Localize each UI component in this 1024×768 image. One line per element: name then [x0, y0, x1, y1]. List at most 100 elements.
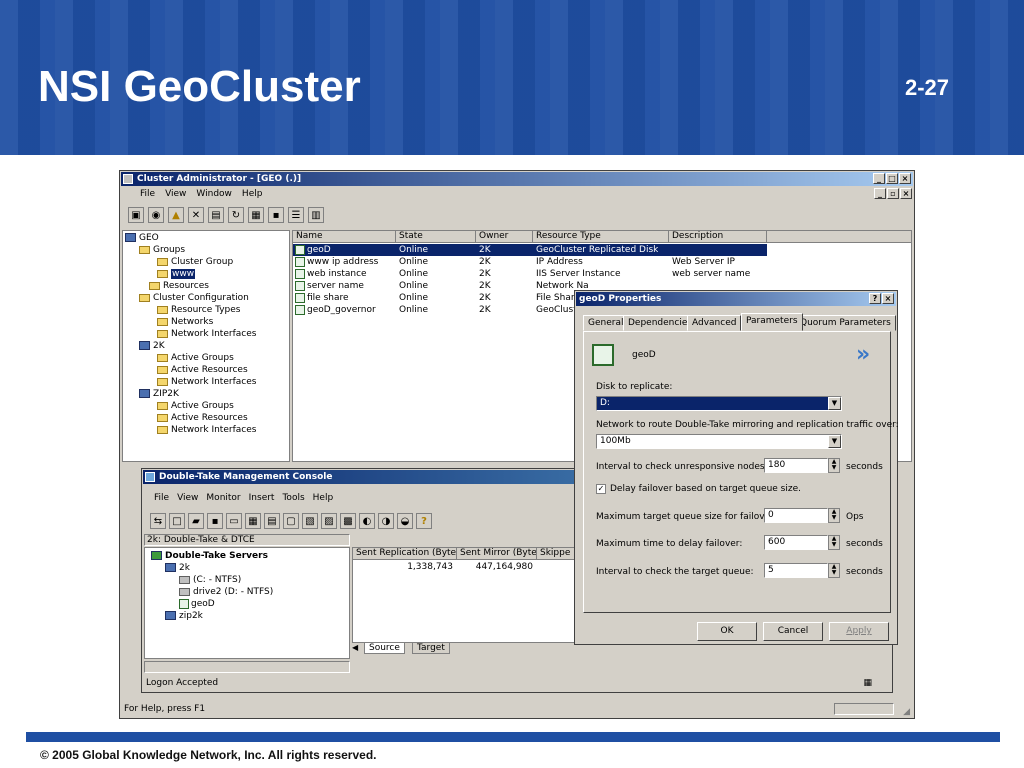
menu-monitor[interactable]: Monitor: [206, 492, 240, 505]
close-button[interactable]: ×: [882, 293, 894, 304]
tree-item[interactable]: Active Resources: [157, 364, 248, 376]
close-button[interactable]: ×: [899, 173, 911, 184]
disk-select[interactable]: D: ▼: [596, 396, 842, 411]
menu-insert[interactable]: Insert: [249, 492, 275, 505]
mirror-icon[interactable]: ▧: [302, 513, 318, 529]
copy-icon[interactable]: ▨: [321, 513, 337, 529]
column-header-sent-mirror[interactable]: Sent Mirror (Bytes): [457, 548, 537, 560]
properties-icon[interactable]: ▤: [208, 207, 224, 223]
check-interval-spinner[interactable]: ▲ ▼: [828, 563, 840, 578]
refresh-icon[interactable]: ↻: [228, 207, 244, 223]
tab-quorum-parameters[interactable]: Quorum Parameters: [795, 315, 896, 331]
cluster-tree-pane[interactable]: GEO Groups Cluster Group www Resources C…: [122, 230, 290, 462]
tree-item[interactable]: Active Groups: [157, 352, 234, 364]
column-header-description[interactable]: Description: [669, 231, 767, 243]
menu-view[interactable]: View: [165, 188, 186, 201]
maximize-button[interactable]: □: [886, 173, 898, 184]
tree-item[interactable]: drive2 (D: - NTFS): [179, 586, 273, 598]
column-header-owner[interactable]: Owner: [476, 231, 533, 243]
max-delay-input[interactable]: 600: [764, 535, 828, 550]
tree-item[interactable]: Resource Types: [157, 304, 241, 316]
interval-spinner[interactable]: ▲ ▼: [828, 458, 840, 473]
mdi-close-button[interactable]: ×: [900, 188, 912, 199]
queue-size-spinner[interactable]: ▲ ▼: [828, 508, 840, 523]
table-row[interactable]: web instance Online 2K IIS Server Instan…: [293, 268, 767, 280]
help-button[interactable]: ?: [869, 293, 881, 304]
monitor-icon[interactable]: ▦: [245, 513, 261, 529]
tree-item[interactable]: 2k: [165, 562, 190, 574]
bring-online-icon[interactable]: ◉: [148, 207, 164, 223]
server-view-icon[interactable]: ▭: [226, 513, 242, 529]
menu-tools[interactable]: Tools: [282, 492, 304, 505]
ok-button[interactable]: OK: [697, 622, 757, 641]
chevron-down-icon[interactable]: ▼: [828, 397, 841, 410]
failover-icon[interactable]: ◒: [397, 513, 413, 529]
table-row[interactable]: www ip address Online 2K IP Address Web …: [293, 256, 767, 268]
menu-help[interactable]: Help: [313, 492, 334, 505]
column-header-name[interactable]: Name: [293, 231, 396, 243]
tree-item[interactable]: Groups: [139, 244, 185, 256]
minimize-button[interactable]: _: [873, 173, 885, 184]
cluster-admin-titlebar[interactable]: Cluster Administrator - [GEO (.)] _ □ ×: [121, 172, 913, 186]
connection-icon[interactable]: ▢: [283, 513, 299, 529]
column-header-resource-type[interactable]: Resource Type: [533, 231, 669, 243]
list-icon[interactable]: ☰: [288, 207, 304, 223]
tree-item[interactable]: GEO: [125, 232, 159, 244]
resize-grip-icon[interactable]: ◢: [903, 704, 910, 720]
tab-advanced[interactable]: Advanced: [687, 315, 742, 331]
tree-item[interactable]: Cluster Configuration: [139, 292, 249, 304]
tree-item[interactable]: Active Resources: [157, 412, 248, 424]
mdi-minimize-button[interactable]: _: [874, 188, 886, 199]
details-icon[interactable]: ▥: [308, 207, 324, 223]
take-offline-icon[interactable]: ▲: [168, 207, 184, 223]
column-header-state[interactable]: State: [396, 231, 476, 243]
large-icons-icon[interactable]: ▦: [248, 207, 264, 223]
tab-source[interactable]: Source: [364, 643, 405, 654]
tree-item[interactable]: Networks: [157, 316, 213, 328]
tab-parameters[interactable]: Parameters: [741, 313, 803, 331]
menu-view[interactable]: View: [177, 492, 198, 505]
tab-target[interactable]: Target: [412, 643, 450, 654]
tree-item[interactable]: Cluster Group: [157, 256, 233, 268]
tree-item-selected[interactable]: www: [157, 268, 196, 280]
restore-icon[interactable]: ◑: [378, 513, 394, 529]
connect-icon[interactable]: ⇆: [150, 513, 166, 529]
mdi-restore-button[interactable]: ▫: [887, 188, 899, 199]
interval-input[interactable]: 180: [764, 458, 828, 473]
small-icons-icon[interactable]: ▪: [268, 207, 284, 223]
verify-icon[interactable]: ◐: [359, 513, 375, 529]
replicate-icon[interactable]: ▩: [340, 513, 356, 529]
help-icon[interactable]: ?: [416, 513, 432, 529]
open-connection-icon[interactable]: ▣: [128, 207, 144, 223]
tree-item[interactable]: Network Interfaces: [157, 328, 256, 340]
menu-window[interactable]: Window: [196, 188, 232, 201]
delete-icon[interactable]: ✕: [188, 207, 204, 223]
new-icon[interactable]: □: [169, 513, 185, 529]
menu-file[interactable]: File: [154, 492, 169, 505]
table-row[interactable]: geoD Online 2K GeoCluster Replicated Dis…: [293, 244, 767, 256]
column-header-sent-replication[interactable]: Sent Replication (Bytes): [353, 548, 457, 560]
queue-size-input[interactable]: 0: [764, 508, 828, 523]
scroll-left-icon[interactable]: ◀: [352, 643, 362, 655]
tree-item[interactable]: Active Groups: [157, 400, 234, 412]
network-select[interactable]: 100Mb ▼: [596, 434, 842, 449]
menu-file[interactable]: File: [140, 188, 155, 201]
replication-set-icon[interactable]: ▤: [264, 513, 280, 529]
tree-item[interactable]: zip2k: [165, 610, 203, 622]
max-delay-spinner[interactable]: ▲ ▼: [828, 535, 840, 550]
cancel-button[interactable]: Cancel: [763, 622, 823, 641]
menu-help[interactable]: Help: [242, 188, 263, 201]
column-header-skipped[interactable]: Skippe: [537, 548, 577, 560]
apply-button[interactable]: Apply: [829, 622, 889, 641]
chevron-down-icon[interactable]: ▼: [828, 435, 841, 448]
dtmc-detail-pane[interactable]: Sent Replication (Bytes) Sent Mirror (By…: [352, 547, 578, 643]
dtmc-tree-pane[interactable]: Double-Take Servers 2k (C: - NTFS) drive…: [144, 547, 350, 659]
properties-titlebar[interactable]: geoD Properties ? ×: [576, 292, 896, 306]
save-icon[interactable]: ▪: [207, 513, 223, 529]
delay-failover-checkbox[interactable]: ✓: [596, 484, 606, 494]
tree-item[interactable]: Network Interfaces: [157, 376, 256, 388]
open-icon[interactable]: ▰: [188, 513, 204, 529]
tab-general[interactable]: General: [583, 315, 629, 331]
tree-item[interactable]: Network Interfaces: [157, 424, 256, 436]
check-interval-input[interactable]: 5: [764, 563, 828, 578]
